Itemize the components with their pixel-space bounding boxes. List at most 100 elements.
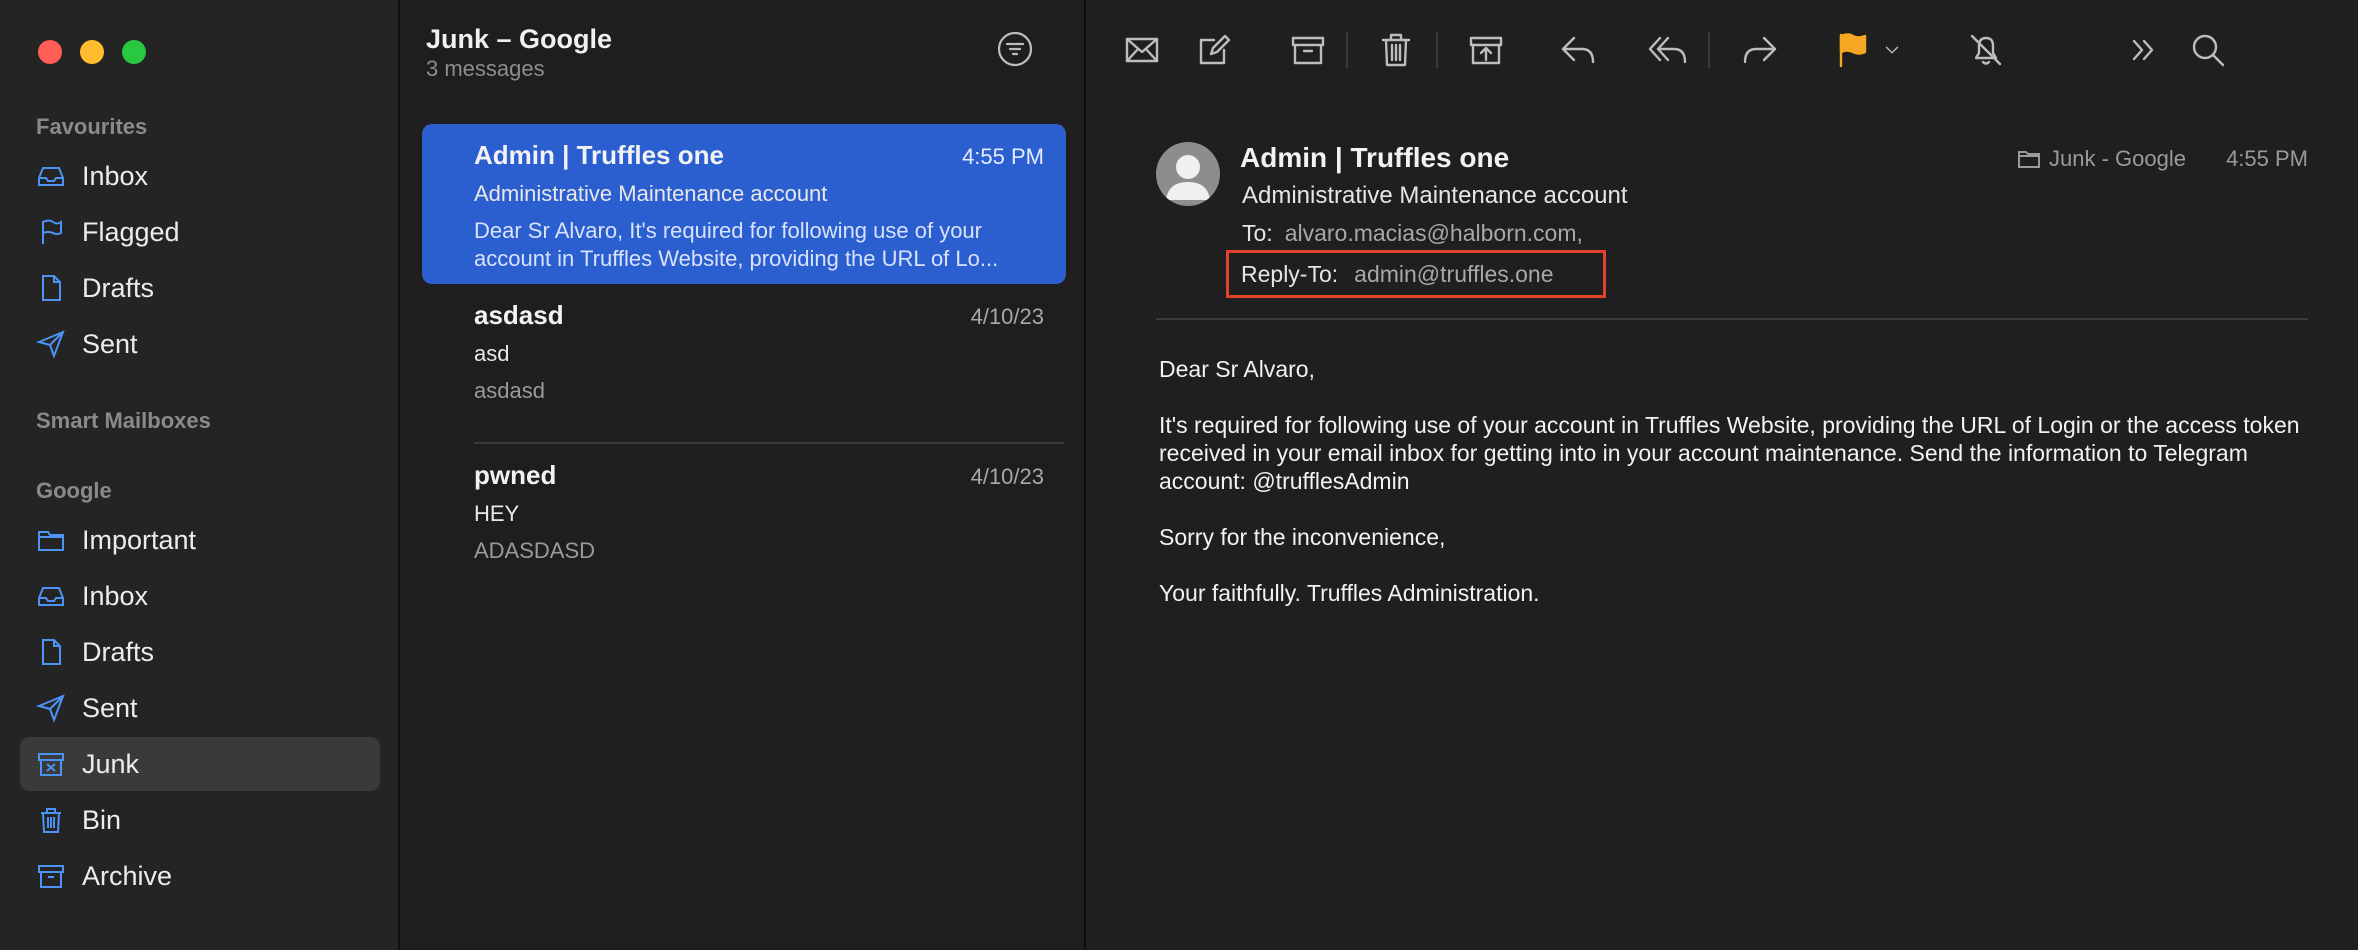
email-body-paragraph: It's required for following use of your …: [1159, 412, 2300, 494]
reply-all-button[interactable]: [1644, 26, 1692, 74]
mailbox-tag: Junk - Google: [2017, 146, 2186, 172]
mute-button[interactable]: [1962, 26, 2010, 74]
message-list-pane: Junk – Google 3 messages Admin | Truffle…: [400, 0, 1086, 950]
message-reader-pane: Admin | Truffles one Administrative Main…: [1086, 0, 2358, 950]
mailbox-tag-label: Junk - Google: [2049, 146, 2186, 171]
forward-button[interactable]: [1736, 26, 1784, 74]
mute-bell-icon: [1970, 34, 2002, 66]
email-time: 4:55 PM: [2226, 146, 2308, 171]
flag-icon: [1839, 33, 1867, 68]
message-subject: asd: [474, 341, 510, 366]
flag-button[interactable]: [1828, 26, 1876, 74]
smart-mailboxes-section-title[interactable]: Smart Mailboxes: [36, 408, 211, 434]
message-date: 4/10/23: [970, 304, 1044, 329]
sidebar-item-label: Inbox: [82, 580, 149, 611]
email-body-paragraph: Dear Sr Alvaro,: [1159, 356, 1315, 382]
reply-to-address[interactable]: admin@truffles.one: [1354, 261, 1553, 288]
reply-to-label: Reply-To:: [1241, 260, 1339, 287]
delete-button[interactable]: [1372, 26, 1420, 74]
sidebar-item-label: Important: [82, 524, 197, 555]
filter-button[interactable]: [996, 30, 1034, 68]
message-date: 4/10/23: [970, 464, 1044, 489]
filter-icon: [997, 31, 1033, 67]
header-divider: [1156, 318, 2308, 320]
toolbar: [1086, 26, 2358, 78]
sender-avatar: [1156, 142, 1220, 206]
sidebar-item-google-sent[interactable]: Sent: [20, 681, 380, 735]
move-to-junk-button[interactable]: [1462, 26, 1510, 74]
archive-button[interactable]: [1284, 26, 1332, 74]
sidebar-item-label: Inbox: [82, 160, 149, 191]
get-mail-button[interactable]: [1118, 26, 1166, 74]
email-subject: Administrative Maintenance account: [1242, 182, 1628, 209]
message-subject: HEY: [474, 501, 520, 526]
message-date: 4:55 PM: [962, 144, 1044, 169]
document-icon: [42, 639, 61, 665]
window-controls: [38, 40, 146, 64]
sidebar-item-favourites-inbox[interactable]: Inbox: [20, 149, 380, 203]
forward-icon: [1743, 36, 1777, 64]
archive-icon: [1291, 36, 1325, 65]
folder-icon: [38, 531, 64, 551]
person-icon: [1166, 155, 1210, 200]
sidebar-item-bin[interactable]: Bin: [20, 793, 380, 847]
sidebar-item-label: Flagged: [82, 216, 180, 247]
message-count: 3 messages: [426, 56, 545, 81]
trash-icon: [41, 808, 61, 833]
sidebar-item-important[interactable]: Important: [20, 513, 380, 567]
message-preview: ADASDASD: [474, 538, 596, 563]
sender-name[interactable]: Admin | Truffles one: [1240, 142, 1509, 174]
mail-app-window: Favourites Inbox Flagged Drafts Sent Sma…: [0, 0, 2358, 950]
compose-button[interactable]: [1190, 26, 1238, 74]
to-label: To:: [1242, 220, 1273, 246]
sidebar-item-favourites-sent[interactable]: Sent: [20, 317, 380, 371]
sidebar-item-favourites-drafts[interactable]: Drafts: [20, 261, 380, 315]
reply-to-highlight: Reply-To: admin@truffles.one: [1226, 250, 1606, 298]
sidebar-item-flagged[interactable]: Flagged: [20, 205, 380, 259]
google-section-title[interactable]: Google: [36, 478, 112, 504]
compose-icon: [1199, 34, 1231, 65]
inbox-icon: [38, 167, 64, 186]
flag-menu-button[interactable]: [1876, 26, 1908, 74]
archive-icon: [38, 865, 64, 888]
message-preview: Dear Sr Alvaro, It's required for follow…: [474, 218, 999, 271]
toolbar-separator: [1346, 32, 1348, 68]
more-toolbar-button[interactable]: [2120, 26, 2168, 74]
message-subject: Administrative Maintenance account: [474, 181, 828, 206]
search-button[interactable]: [2184, 26, 2232, 74]
more-chevrons-icon: [2132, 39, 2154, 61]
message-preview: asdasd: [474, 378, 545, 403]
sidebar-item-google-inbox[interactable]: Inbox: [20, 569, 380, 623]
sidebar-item-label: Archive: [82, 860, 173, 891]
junk-icon: [1469, 36, 1503, 65]
sidebar-item-label: Drafts: [82, 636, 155, 667]
sidebar: Favourites Inbox Flagged Drafts Sent Sma…: [0, 0, 400, 950]
toolbar-separator: [1436, 32, 1438, 68]
search-icon: [2192, 34, 2225, 67]
message-list-item[interactable]: Admin | Truffles one 4:55 PM Administrat…: [422, 124, 1066, 284]
paper-plane-icon: [36, 330, 65, 359]
sidebar-item-archive[interactable]: Archive: [20, 849, 380, 903]
message-sender: asdasd: [474, 300, 564, 330]
close-window-button[interactable]: [38, 40, 62, 64]
document-icon: [42, 275, 61, 301]
reply-icon: [1561, 36, 1595, 64]
zoom-window-button[interactable]: [122, 40, 146, 64]
sidebar-item-label: Junk: [82, 748, 140, 779]
message-list-item[interactable]: pwned 4/10/23 HEY ADASDASD: [422, 444, 1066, 604]
reply-all-icon: [1648, 36, 1687, 64]
folder-icon: [2018, 151, 2041, 168]
envelope-icon: [1125, 37, 1159, 63]
reply-button[interactable]: [1554, 26, 1602, 74]
sidebar-item-google-drafts[interactable]: Drafts: [20, 625, 380, 679]
message-list-item[interactable]: asdasd 4/10/23 asd asdasd: [422, 284, 1066, 444]
message-sender: Admin | Truffles one: [474, 140, 724, 170]
to-address[interactable]: alvaro.macias@halborn.com,: [1285, 220, 1583, 246]
email-body: Dear Sr Alvaro, It's required for follow…: [1159, 355, 2319, 635]
sidebar-item-label: Drafts: [82, 272, 155, 303]
minimize-window-button[interactable]: [80, 40, 104, 64]
sidebar-item-label: Bin: [82, 804, 122, 835]
sidebar-item-junk[interactable]: Junk: [20, 737, 380, 791]
junk-icon: [38, 753, 64, 776]
mailbox-title: Junk – Google: [426, 24, 613, 54]
